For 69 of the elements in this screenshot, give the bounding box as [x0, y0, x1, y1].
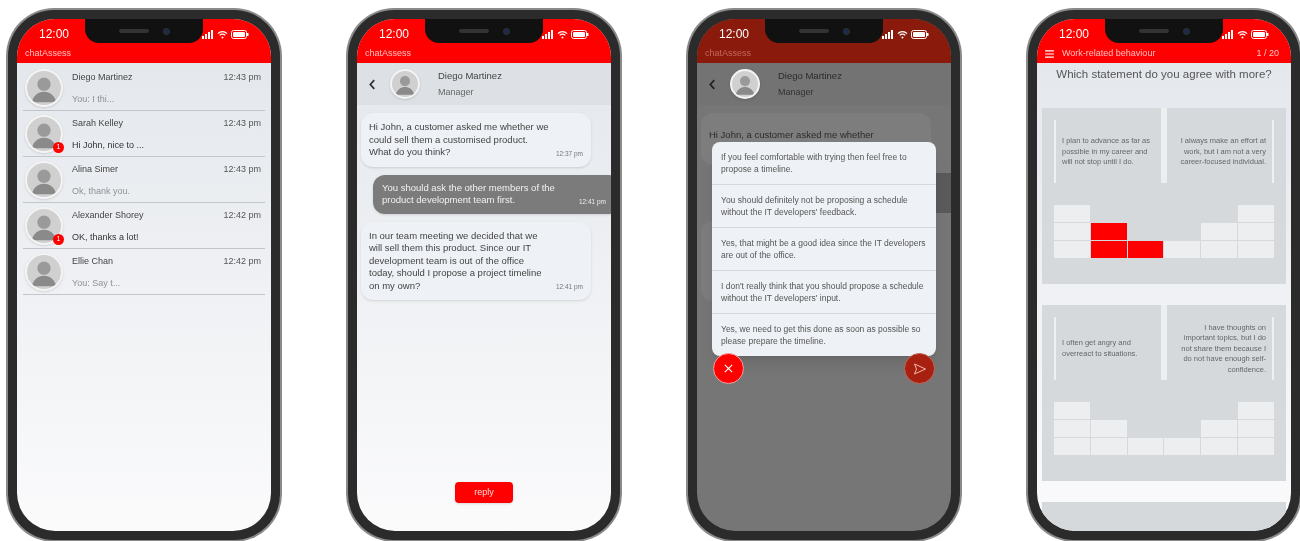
message-time: 12:43 pm [223, 162, 261, 176]
wifi-icon [897, 29, 908, 39]
scale-option[interactable] [1054, 205, 1090, 259]
battery-icon [231, 29, 249, 39]
avatar [25, 252, 63, 291]
contact-name: Diego Martinez [778, 68, 842, 83]
close-icon [723, 363, 734, 374]
app-title: chatAssess [365, 47, 412, 61]
section-title: Work-related behaviour [1062, 47, 1157, 61]
battery-icon [1251, 29, 1269, 39]
contact-role: Manager [438, 85, 475, 99]
message-preview: Ok, thank you. [72, 185, 132, 198]
wifi-icon [557, 29, 568, 39]
menu-icon[interactable] [1045, 50, 1054, 58]
message-text: Hi John, a customer asked me whether [709, 129, 874, 140]
message-preview: OK, thanks a lot! [72, 231, 140, 244]
scale-option[interactable] [1164, 241, 1201, 259]
reply-option[interactable]: If you feel comfortable with trying then feel free to propose a timeline. [712, 142, 936, 184]
contact-name: Alexander Shorey [72, 208, 144, 222]
signal-icon [1222, 29, 1234, 39]
chat-row[interactable]: Alina Simer 12:43 pm Ok, thank you. [23, 157, 265, 203]
avatar [730, 69, 760, 99]
avatar [25, 160, 63, 199]
signal-icon [882, 29, 894, 39]
send-button[interactable] [904, 353, 935, 384]
reply-option[interactable]: I don't really think that you should propose a schedule without the IT developers' input. [712, 270, 936, 313]
message-preview: Hi John, nice to ... [72, 139, 146, 152]
message-preview: You: Say t... [72, 277, 122, 290]
contact-name: Ellie Chan [72, 254, 114, 268]
battery-icon [911, 29, 929, 39]
avatar [390, 69, 420, 99]
reply-option[interactable]: Yes, that might be a good idea since the IT developers are out of the office. [712, 227, 936, 270]
contact-name: Diego Martinez [72, 70, 133, 84]
signal-icon [202, 29, 214, 39]
scale-option[interactable] [1127, 241, 1164, 259]
progress-counter: 1 / 20 [1256, 47, 1280, 61]
avatar [25, 68, 63, 107]
status-time: 12:00 [379, 26, 410, 43]
question-text: Which statement do you agree with more? [1055, 67, 1273, 82]
message-preview: You: I thi... [72, 93, 116, 106]
close-button[interactable] [713, 353, 744, 384]
message-time: 12:43 pm [223, 70, 261, 84]
contact-name: Diego Martinez [438, 68, 502, 83]
avatar [25, 206, 63, 245]
reply-option[interactable]: You should definitely not be proposing a schedule without the IT developers' feedback. [712, 184, 936, 227]
battery-icon [571, 29, 589, 39]
chat-row[interactable]: Diego Martinez 12:43 pm You: I thi... [23, 65, 265, 111]
status-time: 12:00 [719, 26, 750, 43]
back-icon[interactable] [369, 78, 376, 90]
contact-name: Sarah Kelley [72, 116, 124, 130]
contact-role: Manager [778, 85, 815, 99]
message-time: 12:43 pm [223, 116, 261, 130]
status-time: 12:00 [1059, 26, 1090, 43]
message-text: Hi John, a customer asked me whether we could sell them a customised product. What do you think? [369, 121, 550, 159]
chat-row[interactable]: Ellie Chan 12:42 pm You: Say t... [23, 249, 265, 295]
app-title: chatAssess [25, 47, 72, 61]
send-icon [912, 361, 927, 376]
signal-icon [542, 29, 554, 39]
message-time: 12:42 pm [223, 254, 261, 268]
scale-option[interactable] [1090, 223, 1127, 259]
message-text: You should ask the other members of the product development team first. [382, 181, 556, 207]
wifi-icon [217, 29, 228, 39]
message-time: 12:42 pm [223, 208, 261, 222]
message-text: In our team meeting we decided that we will sell them this product. Since our IT development team is out of the office today, should I propose a project timeline on my own? [369, 229, 543, 292]
contact-name: Alina Simer [72, 162, 118, 176]
avatar [25, 114, 63, 153]
status-time: 12:00 [39, 26, 70, 43]
wifi-icon [1237, 29, 1248, 39]
app-title: chatAssess [705, 47, 752, 61]
